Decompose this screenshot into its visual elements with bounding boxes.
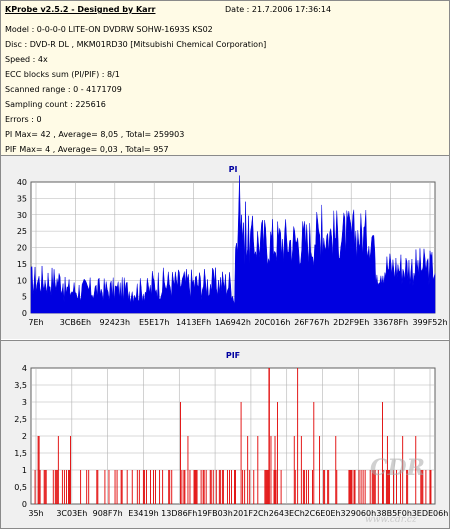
y-tick-label: 0,5 bbox=[14, 483, 27, 492]
x-tick-label: 908F7h bbox=[93, 509, 123, 518]
pi-chart-panel: PI 0 5 10 15 20 25 30 35 40 7Eh 3CB6Eh 92423h E5E17h 1… bbox=[1, 156, 449, 339]
pi-chart: PI 0 5 10 15 20 25 30 35 40 7Eh 3CB6Eh 92423h E5E17h 1… bbox=[17, 165, 448, 327]
y-tick-label: 0 bbox=[22, 500, 27, 509]
x-tick-label: 20C016h bbox=[254, 318, 290, 327]
x-tick-label: E5E17h bbox=[139, 318, 169, 327]
x-tick-label: 3C03Eh bbox=[56, 509, 87, 518]
y-tick-label: 1 bbox=[22, 466, 27, 475]
x-tick-label: 7Eh bbox=[28, 318, 43, 327]
x-tick-label: 2D2F9Eh bbox=[333, 318, 369, 327]
x-tick-label: 92423h bbox=[100, 318, 131, 327]
scan-date: Date : 21.7.2006 17:36:14 bbox=[225, 5, 332, 14]
x-tick-label: 33678Fh bbox=[373, 318, 408, 327]
x-tick-label: 2C6E0Eh bbox=[305, 509, 341, 518]
x-tick-label: 3CB6Eh bbox=[60, 318, 91, 327]
y-tick-label: 20 bbox=[17, 244, 27, 253]
info-speed: Speed : 4x bbox=[5, 55, 48, 64]
y-tick-label: 4 bbox=[22, 364, 27, 373]
x-tick-label: 1A6942h bbox=[215, 318, 251, 327]
y-tick-label: 1,5 bbox=[14, 449, 27, 458]
y-tick-label: 5 bbox=[22, 293, 27, 302]
scan-info-panel: KProbe v2.5.2 - Designed by Karr Date : … bbox=[1, 1, 449, 156]
x-tick-label: 3EDE06h bbox=[412, 509, 449, 518]
info-sampling-count: Sampling count : 225616 bbox=[5, 100, 106, 109]
x-tick-label: 35h bbox=[28, 509, 43, 518]
info-errors: Errors : 0 bbox=[5, 115, 42, 124]
y-tick-label: 35 bbox=[17, 194, 27, 203]
y-tick-label: 3 bbox=[22, 398, 27, 407]
x-tick-label: 26F767h bbox=[294, 318, 329, 327]
y-tick-label: 3,5 bbox=[14, 381, 27, 390]
y-tick-label: 40 bbox=[17, 178, 27, 187]
cdr-watermark: CDR bbox=[370, 455, 425, 481]
y-tick-label: 30 bbox=[17, 211, 27, 220]
y-tick-label: 0 bbox=[22, 309, 27, 318]
x-tick-label: 13D86Fh bbox=[161, 509, 197, 518]
pif-chart-panel: PIF 0 0,5 1 1,5 2 2,5 3 3,5 4 35h 3C03Eh 908F7h E3419… bbox=[1, 341, 449, 528]
info-disc: Disc : DVD-R DL , MKM01RD30 [Mitsubishi … bbox=[5, 40, 267, 49]
info-model: Model : 0-0-0-0 LITE-ON DVDRW SOHW-1693S… bbox=[5, 25, 213, 34]
chart-title: PI bbox=[229, 165, 238, 174]
x-tick-label: 1413EFh bbox=[176, 318, 211, 327]
x-tick-label: 399F52h bbox=[412, 318, 447, 327]
cdr-watermark-url: www.cdr.cz bbox=[365, 515, 417, 525]
info-pi-stats: PI Max= 42 , Average= 8,05 , Total= 2599… bbox=[5, 130, 185, 139]
chart-title: PIF bbox=[226, 351, 240, 360]
y-tick-label: 15 bbox=[17, 260, 27, 269]
y-tick-label: 2 bbox=[22, 432, 27, 441]
x-tick-label: 19FB03h bbox=[197, 509, 233, 518]
info-pif-stats: PIF Max= 4 , Average= 0,03 , Total= 957 bbox=[5, 145, 169, 154]
y-tick-label: 10 bbox=[17, 276, 27, 285]
x-tick-label: 2643ECh bbox=[269, 509, 305, 518]
pif-chart: PIF 0 0,5 1 1,5 2 2,5 3 3,5 4 35h 3C03Eh 908F7h E3419… bbox=[14, 351, 449, 518]
y-tick-label: 25 bbox=[17, 227, 27, 236]
app-title: KProbe v2.5.2 - Designed by Karr bbox=[5, 5, 156, 14]
y-tick-label: 2,5 bbox=[14, 415, 27, 424]
x-tick-label: E3419h bbox=[128, 509, 158, 518]
x-tick-label: 201F2Ch bbox=[233, 509, 269, 518]
info-scanned-range: Scanned range : 0 - 4171709 bbox=[5, 85, 122, 94]
info-ecc-blocks: ECC blocks sum (PI/PIF) : 8/1 bbox=[5, 70, 120, 79]
